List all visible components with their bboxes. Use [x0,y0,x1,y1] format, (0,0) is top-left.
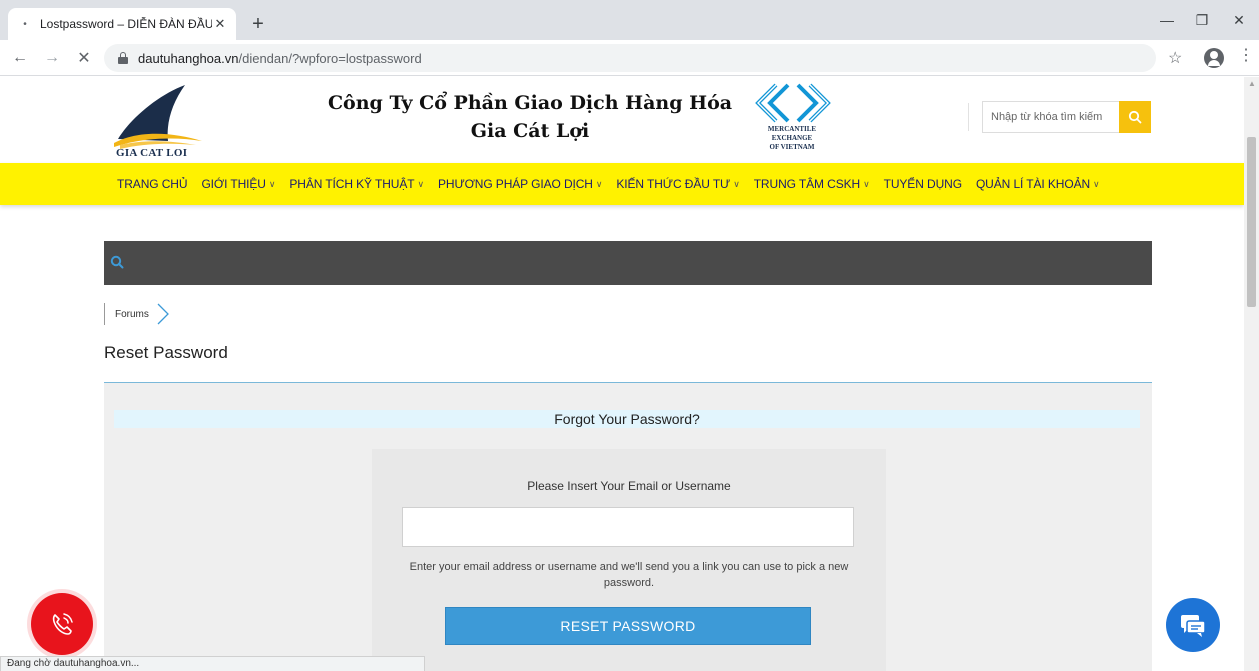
url-host: dautuhanghoa.vn [138,50,239,66]
url-text: dautuhanghoa.vn/diendan/?wpforo=lostpass… [138,51,422,66]
arrow-left-icon[interactable]: ← [8,46,32,70]
nav-item-kien-thuc-dau-tu[interactable]: KIẾN THỨC ĐẦU TƯ ∨ [616,177,739,191]
breadcrumb: Forums [104,303,169,325]
close-window-icon[interactable]: ✕ [1224,8,1254,32]
main-nav: TRANG CHỦ GIỚI THIỆU ∨ PHÂN TÍCH KỸ THUẬT ∨ P… [0,163,1244,205]
field-help-text: Enter your email address or username and… [409,561,849,589]
company-name-line2: Gia Cát Lợi [470,120,590,142]
minimize-window-icon[interactable]: — [1152,8,1182,32]
main-nav-list: TRANG CHỦ GIỚI THIỆU ∨ PHÂN TÍCH KỸ THUẬT ∨ P… [117,163,1114,205]
field-label: Please Insert Your Email or Username [527,479,731,493]
arrow-right-icon[interactable]: → [40,46,64,70]
chevron-down-icon: ∨ [733,178,740,189]
search-icon [1128,110,1142,124]
nav-item-label: GIỚI THIỆU [201,177,266,191]
chat-button[interactable] [1166,598,1220,652]
header-search-button[interactable] [1119,101,1151,133]
nav-item-tuyen-dung[interactable]: TUYỂN DỤNG [884,177,962,191]
kebab-menu-icon[interactable]: ⋮ [1238,48,1254,64]
scroll-up-icon[interactable]: ▲ [1248,79,1256,88]
forum-search-bar[interactable] [104,241,1152,285]
stop-loading-icon[interactable]: ✕ [72,46,96,70]
chat-bubble-icon [1181,615,1206,637]
chevron-down-icon: ∨ [863,178,870,189]
page-title: Reset Password [104,343,228,362]
nav-item-label: TRANG CHỦ [117,177,188,191]
address-bar[interactable]: dautuhanghoa.vn/diendan/?wpforo=lostpass… [104,44,1156,72]
form-heading: Forgot Your Password? [114,410,1140,428]
page-viewport: GIA CAT LOI Công Ty Cổ Phần Giao Dịch Hà… [0,77,1244,671]
chevron-down-icon: ∨ [268,178,276,189]
scrollbar-thumb[interactable] [1247,137,1256,307]
logo-text: GIA CAT LOI [116,147,188,159]
nav-item-trang-chu[interactable]: TRANG CHỦ [117,177,188,191]
phone-icon [52,613,73,635]
mxv-logo [755,83,831,123]
account-circle-icon[interactable] [1204,48,1224,68]
nav-item-gioi-thieu[interactable]: GIỚI THIỆU ∨ [201,177,275,191]
browser-status-bar: Đang chờ dautuhanghoa.vn... [0,656,425,671]
search-icon[interactable] [110,255,124,269]
nav-item-label: TRUNG TÂM CSKH [753,177,861,191]
loading-dot-icon: • [23,18,27,30]
new-tab-button[interactable]: + [246,12,270,36]
breadcrumb-forums[interactable]: Forums [104,303,157,325]
nav-item-label: PHƯƠNG PHÁP GIAO DỊCH [437,177,593,191]
mxv-line2: EXCHANGE [771,134,813,142]
nav-item-label: KIẾN THỨC ĐẦU TƯ [616,177,731,191]
company-name: Công Ty Cổ Phần Giao Dịch Hàng Hóa Gia C… [300,89,760,145]
nav-item-label: TUYỂN DỤNG [883,177,962,191]
header-search-input[interactable] [991,111,1111,123]
tab-title: Lostpassword – DIỄN ĐÀN ĐẦU T [40,17,212,31]
header-search-box[interactable] [982,101,1120,133]
restore-window-icon[interactable]: ❐ [1187,8,1217,32]
email-username-field[interactable] [402,507,854,547]
reset-password-form: Please Insert Your Email or Username Ent… [372,449,886,671]
url-path: /diendan/?wpforo=lostpassword [238,50,422,66]
header-divider [968,103,969,131]
nav-item-trung-tam-cskh[interactable]: TRUNG TÂM CSKH ∨ [754,177,870,191]
nav-item-quan-li-tai-khoan[interactable]: QUẢN LÍ TÀI KHOẢN ∨ [976,177,1100,191]
chevron-down-icon: ∨ [595,178,603,189]
reset-password-button[interactable]: RESET PASSWORD [445,607,811,645]
page-scrollbar[interactable]: ▲ [1244,77,1259,671]
mxv-line3: OF VIETNAM [769,143,815,151]
browser-tab-strip: • Lostpassword – DIỄN ĐÀN ĐẦU T ✕ + — ❐ … [0,0,1259,40]
mxv-text: MERCANTILE EXCHANGE OF VIETNAM [752,125,832,152]
nav-item-phuong-phap-giao-dich[interactable]: PHƯƠNG PHÁP GIAO DỊCH ∨ [437,177,603,191]
browser-toolbar: ← → ✕ dautuhanghoa.vn/diendan/?wpforo=lo… [0,40,1259,76]
chevron-down-icon: ∨ [1093,178,1100,189]
star-icon[interactable]: ☆ [1168,48,1182,68]
mxv-line1: MERCANTILE [767,125,817,133]
lock-icon[interactable] [118,52,128,64]
nav-item-phan-tich-ky-thuat[interactable]: PHÂN TÍCH KỸ THUẬT ∨ [289,177,424,191]
company-name-line1: Công Ty Cổ Phần Giao Dịch Hàng Hóa [327,92,733,114]
chevron-right-icon [157,303,169,325]
tab-close-icon[interactable]: ✕ [212,16,228,32]
nav-item-label: QUẢN LÍ TÀI KHOẢN [975,177,1091,191]
chevron-down-icon: ∨ [417,178,424,189]
nav-item-label: PHÂN TÍCH KỸ THUẬT [289,177,415,191]
call-button[interactable] [31,593,93,655]
browser-tab-active[interactable]: • Lostpassword – DIỄN ĐÀN ĐẦU T ✕ [8,8,236,40]
